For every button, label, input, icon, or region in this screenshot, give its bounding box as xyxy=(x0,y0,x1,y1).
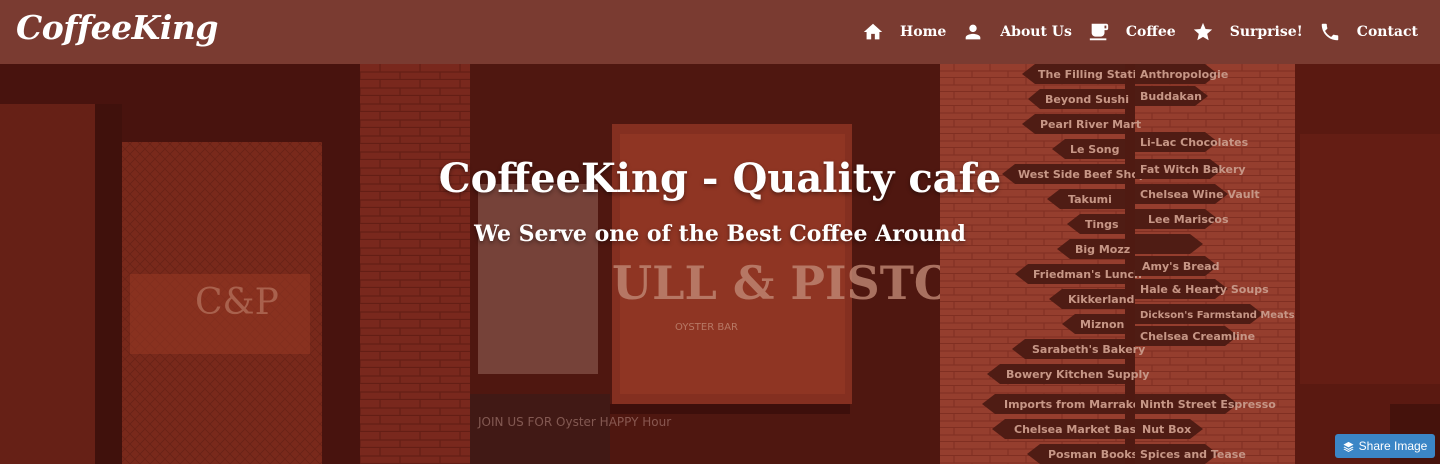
phone-icon xyxy=(1321,23,1339,41)
nav-label-coffee: Coffee xyxy=(1125,24,1176,40)
hero-banner: C&P ULL & PISTOL OYSTER BAR JOIN US FOR … xyxy=(0,64,1440,464)
hero-color-overlay xyxy=(0,64,1440,464)
home-icon xyxy=(863,23,883,40)
nav-label-surprise: Surprise! xyxy=(1229,24,1303,40)
nav-item-about[interactable]: About Us xyxy=(962,21,1072,43)
hero-title: CoffeeKing - Quality cafe xyxy=(438,155,1002,202)
person-icon xyxy=(965,24,981,40)
top-navbar: CoffeeKing Home About Us Coffee Surprise… xyxy=(0,0,1440,64)
nav-label-contact: Contact xyxy=(1356,24,1418,40)
star-icon xyxy=(1193,22,1212,41)
nav-label-about: About Us xyxy=(1000,24,1072,40)
main-nav: Home About Us Coffee Surprise! Contact xyxy=(846,0,1418,64)
nav-item-coffee[interactable]: Coffee xyxy=(1088,21,1176,43)
coffee-cup-icon xyxy=(1089,23,1109,41)
hero-subtitle: We Serve one of the Best Coffee Around xyxy=(474,221,966,247)
layers-icon xyxy=(1343,441,1354,452)
share-image-label: Share Image xyxy=(1358,439,1428,453)
nav-label-home: Home xyxy=(900,24,947,40)
share-image-button[interactable]: Share Image xyxy=(1335,434,1435,458)
nav-item-surprise[interactable]: Surprise! xyxy=(1192,21,1303,43)
brand-logo[interactable]: CoffeeKing xyxy=(16,8,218,47)
nav-item-contact[interactable]: Contact xyxy=(1319,21,1418,43)
nav-item-home[interactable]: Home xyxy=(862,21,946,43)
